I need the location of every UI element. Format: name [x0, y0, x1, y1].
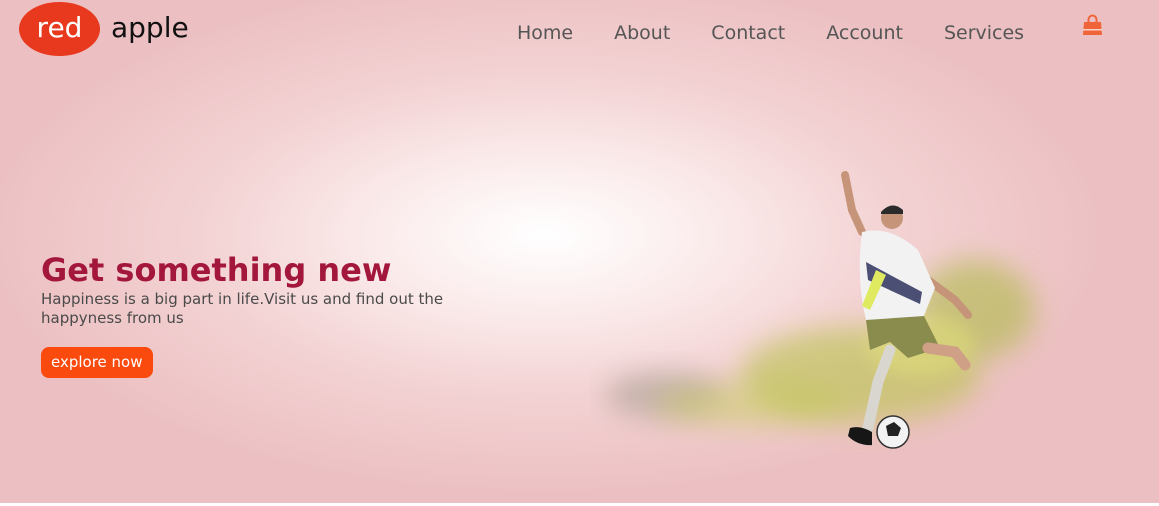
hero-subtext: Happiness is a big part in life.Visit us…: [41, 290, 444, 327]
hero-headline: Get something new: [41, 251, 392, 289]
explore-now-button[interactable]: explore now: [41, 347, 153, 378]
brand-logo[interactable]: red apple: [19, 2, 189, 56]
nav-link-home[interactable]: Home: [517, 20, 573, 46]
nav-link-contact[interactable]: Contact: [711, 20, 785, 46]
main-nav: Home About Contact Account Services: [517, 20, 1024, 46]
cart-button[interactable]: [1082, 14, 1103, 36]
nav-link-account[interactable]: Account: [826, 20, 903, 46]
dust-cloud: [605, 260, 1035, 425]
soccer-player-illustration: [605, 171, 1035, 449]
logo-badge: red: [19, 2, 100, 56]
nav-link-services[interactable]: Services: [944, 20, 1024, 46]
logo-wordmark: apple: [111, 10, 189, 44]
nav-link-about[interactable]: About: [614, 20, 670, 46]
shopping-bag-icon: [1083, 14, 1102, 35]
